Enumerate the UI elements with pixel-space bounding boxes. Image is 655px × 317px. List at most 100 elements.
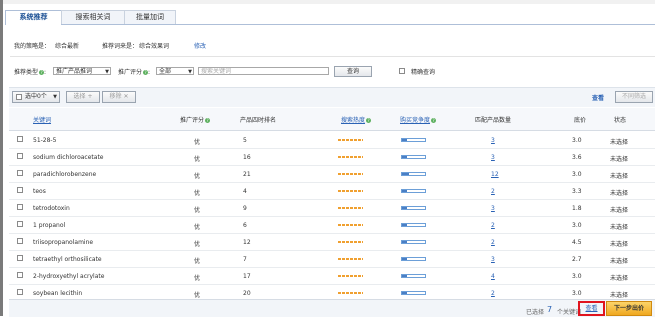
header-competition[interactable]: 购买竞争度?: [400, 115, 437, 124]
score-cell: 优: [194, 224, 201, 231]
tab-search-related[interactable]: 搜索相关词: [61, 10, 125, 24]
competition-bar: [401, 189, 426, 193]
help-icon[interactable]: ?: [431, 118, 437, 123]
type-select[interactable]: 推广产品推词 ▼: [53, 67, 111, 75]
modify-link[interactable]: 修改: [194, 41, 206, 50]
row-checkbox[interactable]: [17, 170, 23, 176]
table-row[interactable]: 2-hydroxyethyl acrylate 优 17 4 3.0 未选择: [9, 267, 655, 285]
bid-cell: 3.3: [572, 188, 582, 195]
filter-button-disabled[interactable]: 不同筛选: [615, 91, 653, 103]
row-checkbox[interactable]: [17, 136, 23, 142]
table-row[interactable]: 1 propanol 优 6 2 3.0 未选择: [9, 216, 655, 234]
keyword-cell: sodium dichloroacetate: [33, 154, 104, 161]
select-button[interactable]: 选择 +: [66, 91, 100, 103]
next-step-button[interactable]: 下一步出价: [606, 301, 652, 316]
search-placeholder: 搜索关键词: [201, 68, 232, 75]
heat-bar: [338, 258, 363, 260]
footer-bar: 已选择 7 个关键词 查看 下一步出价: [9, 299, 655, 317]
close-icon: ✕: [123, 93, 129, 100]
row-checkbox[interactable]: [17, 238, 23, 244]
heat-bar: [338, 207, 363, 209]
competition-bar: [401, 223, 426, 227]
matched-count-link[interactable]: 3: [491, 137, 495, 144]
tab-label: 搜索相关词: [75, 13, 111, 21]
table-row[interactable]: paradichlorobenzene 优 21 12 3.0 未选择: [9, 165, 655, 183]
select-all-checkbox[interactable]: [16, 94, 22, 100]
selected-count-label: 选中0个: [25, 93, 47, 100]
type-filter-label: 推荐类型?:: [14, 69, 47, 76]
row-checkbox[interactable]: [17, 153, 23, 159]
bid-cell: 3.0: [572, 222, 582, 229]
row-checkbox[interactable]: [17, 272, 23, 278]
score-filter-label: 推广评分?:: [118, 69, 151, 76]
header-heat[interactable]: 搜索热度?: [341, 115, 372, 124]
competition-bar: [401, 206, 426, 210]
matched-count-link[interactable]: 2: [491, 290, 495, 297]
help-icon[interactable]: ?: [143, 70, 149, 75]
rank-cell: 7: [243, 256, 247, 263]
matched-count-link[interactable]: 2: [491, 188, 495, 195]
competition-fill: [402, 275, 407, 277]
row-checkbox[interactable]: [17, 255, 23, 261]
query-button[interactable]: 查询: [334, 66, 372, 77]
selected-prefix: 已选择: [526, 309, 545, 316]
view-link[interactable]: 查看: [592, 93, 604, 102]
score-select[interactable]: 全部 ▼: [156, 67, 194, 75]
status-cell: 未选择: [610, 139, 629, 146]
header-heat-label: 搜索热度: [341, 117, 366, 124]
help-icon[interactable]: ?: [205, 118, 211, 123]
row-checkbox[interactable]: [17, 204, 23, 210]
bid-cell: 3.0: [572, 290, 582, 297]
remove-button[interactable]: 移除 ✕: [102, 91, 136, 103]
keyword-cell: 51-28-5: [33, 137, 57, 144]
score-cell: 优: [194, 258, 201, 265]
competition-fill: [402, 207, 407, 209]
status-cell: 未选择: [610, 258, 629, 265]
heat-bar: [338, 275, 363, 277]
matched-count-link[interactable]: 12: [491, 171, 499, 178]
table-row[interactable]: sodium dichloroacetate 优 16 3 3.6 未选择: [9, 148, 655, 166]
table-row[interactable]: tetraethyl orthosilicate 优 7 3 2.7 未选择: [9, 250, 655, 268]
heat-bar: [338, 156, 363, 158]
status-cell: 未选择: [610, 190, 629, 197]
matched-count-link[interactable]: 4: [491, 273, 495, 280]
table-row[interactable]: tetrodotoxin 优 9 3 1.8 未选择: [9, 199, 655, 217]
selected-count: 7: [547, 305, 553, 314]
keyword-cell: 1 propanol: [33, 222, 66, 229]
competition-fill: [402, 156, 407, 158]
matched-count-link[interactable]: 2: [491, 222, 495, 229]
tab-batch-add[interactable]: 批量加词: [124, 10, 176, 24]
remove-button-label: 移除: [109, 93, 122, 100]
search-input[interactable]: 搜索关键词: [198, 67, 329, 75]
score-cell: 优: [194, 156, 201, 163]
footer-view-link[interactable]: 查看: [578, 301, 605, 316]
score-select-value: 全部: [159, 68, 172, 75]
table-header: 关键词 推广评分? 产品四时排名 搜索热度? 购买竞争度? 匹配产品数量 底价 …: [9, 108, 655, 131]
keyword-cell: tetrodotoxin: [33, 205, 70, 212]
matched-count-link[interactable]: 3: [491, 256, 495, 263]
table-row[interactable]: 51-28-5 优 5 3 3.0 未选择: [9, 131, 655, 149]
table-row[interactable]: teos 优 4 2 3.3 未选择: [9, 182, 655, 200]
exact-query-checkbox[interactable]: [399, 68, 405, 74]
score-cell: 优: [194, 190, 201, 197]
matched-count-link[interactable]: 3: [491, 154, 495, 161]
status-cell: 未选择: [610, 292, 629, 299]
row-checkbox[interactable]: [17, 221, 23, 227]
score-cell: 优: [194, 173, 201, 180]
score-cell: 优: [194, 139, 201, 146]
score-cell: 优: [194, 241, 201, 248]
table-row[interactable]: triisopropanolamine 优 12 2 4.5 未选择: [9, 233, 655, 251]
select-count-dropdown[interactable]: 选中0个 ▼: [12, 91, 60, 103]
heat-bar: [338, 139, 363, 141]
effect-label: 推荐词来是：: [102, 43, 139, 50]
matched-count-link[interactable]: 3: [491, 205, 495, 212]
header-keyword[interactable]: 关键词: [33, 115, 51, 124]
tab-system-recommend[interactable]: 系统推荐: [5, 10, 62, 25]
row-checkbox[interactable]: [17, 289, 23, 295]
row-checkbox[interactable]: [17, 187, 23, 193]
competition-bar: [401, 172, 426, 176]
matched-count-link[interactable]: 2: [491, 239, 495, 246]
help-icon[interactable]: ?: [366, 118, 372, 123]
help-icon[interactable]: ?: [39, 70, 45, 75]
tab-label: 批量加词: [136, 13, 164, 21]
